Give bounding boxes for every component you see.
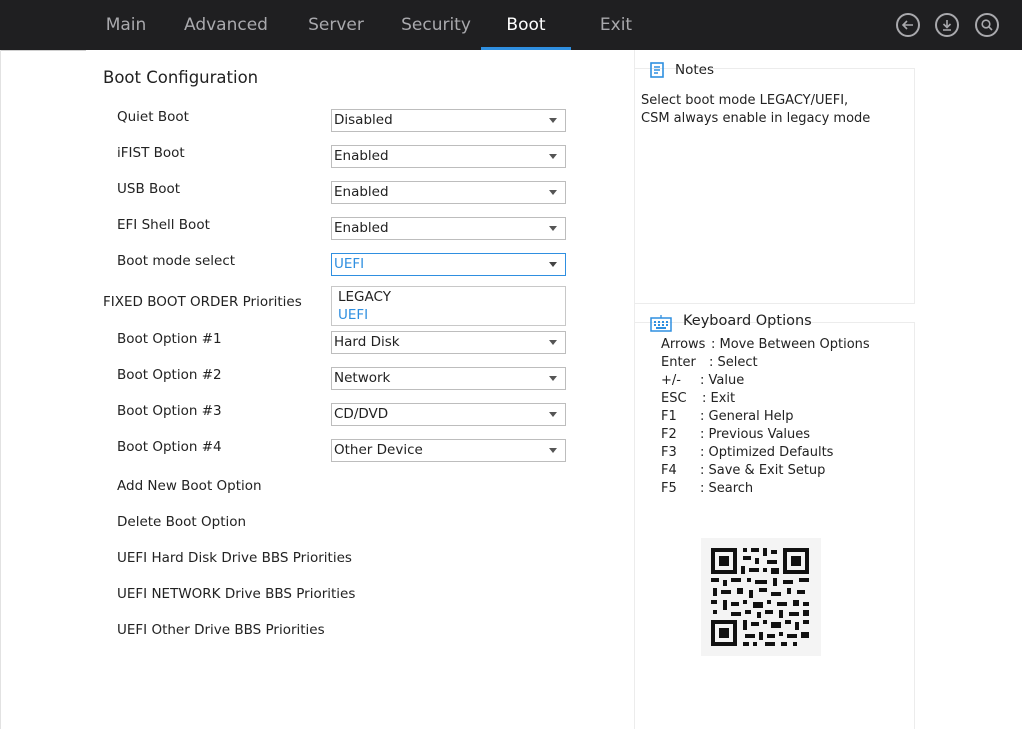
left-gutter bbox=[0, 50, 102, 729]
efi-shell-boot-value: Enabled bbox=[334, 220, 389, 236]
setting-label-boot-option-2: Boot Option #2 bbox=[117, 367, 222, 383]
option-uefi[interactable]: UEFI bbox=[338, 307, 368, 323]
key-desc: : General Help bbox=[700, 409, 794, 424]
chevron-down-icon bbox=[549, 262, 557, 267]
quiet-boot-value: Disabled bbox=[334, 112, 393, 128]
boot-option-2-select[interactable]: Network bbox=[331, 367, 566, 390]
key-desc: : Optimized Defaults bbox=[700, 445, 834, 460]
key-label: F2 bbox=[661, 427, 677, 442]
setting-label-efi-shell-boot: EFI Shell Boot bbox=[117, 217, 210, 233]
notes-text: Select boot mode LEGACY/UEFI, CSM always… bbox=[641, 92, 870, 128]
chevron-down-icon bbox=[549, 448, 557, 453]
setting-label-usb-boot: USB Boot bbox=[117, 181, 181, 197]
key-label: +/- bbox=[661, 373, 681, 388]
boot-option-1-value: Hard Disk bbox=[334, 334, 400, 350]
boot-option-4-value: Other Device bbox=[334, 442, 423, 458]
uefi-hard-disk-bbs-link[interactable]: UEFI Hard Disk Drive BBS Priorities bbox=[117, 550, 352, 566]
setting-label-boot-option-1: Boot Option #1 bbox=[117, 331, 222, 347]
fixed-boot-order-heading: FIXED BOOT ORDER Priorities bbox=[103, 294, 302, 310]
keyboard-icon bbox=[650, 315, 672, 332]
tab-server[interactable]: Server bbox=[301, 0, 371, 50]
tab-security[interactable]: Security bbox=[396, 0, 476, 50]
chevron-down-icon bbox=[549, 118, 557, 123]
back-icon[interactable] bbox=[896, 13, 920, 37]
key-label: ESC bbox=[661, 391, 687, 406]
boot-option-1-select[interactable]: Hard Disk bbox=[331, 331, 566, 354]
key-desc: : Select bbox=[709, 355, 758, 370]
efi-shell-boot-select[interactable]: Enabled bbox=[331, 217, 566, 240]
search-icon[interactable] bbox=[975, 13, 999, 37]
boot-option-4-select[interactable]: Other Device bbox=[331, 439, 566, 462]
chevron-down-icon bbox=[549, 412, 557, 417]
chevron-down-icon bbox=[549, 154, 557, 159]
key-label: Arrows bbox=[661, 337, 706, 352]
option-legacy[interactable]: LEGACY bbox=[338, 289, 391, 305]
key-desc: : Move Between Options bbox=[711, 337, 870, 352]
qr-code-icon bbox=[711, 548, 809, 646]
uefi-other-bbs-link[interactable]: UEFI Other Drive BBS Priorities bbox=[117, 622, 325, 638]
chevron-down-icon bbox=[549, 340, 557, 345]
boot-mode-value: UEFI bbox=[334, 256, 365, 272]
uefi-network-bbs-link[interactable]: UEFI NETWORK Drive BBS Priorities bbox=[117, 586, 355, 602]
chevron-down-icon bbox=[549, 376, 557, 381]
setting-label-boot-option-4: Boot Option #4 bbox=[117, 439, 222, 455]
setting-label-ifist-boot: iFIST Boot bbox=[117, 145, 185, 161]
page-title: Boot Configuration bbox=[103, 68, 259, 87]
boot-option-2-value: Network bbox=[334, 370, 391, 386]
boot-option-3-value: CD/DVD bbox=[334, 406, 389, 422]
key-desc: : Save & Exit Setup bbox=[700, 463, 826, 478]
key-desc: : Exit bbox=[702, 391, 736, 406]
key-desc: : Value bbox=[700, 373, 745, 388]
key-label: Enter bbox=[661, 355, 696, 370]
tab-advanced[interactable]: Advanced bbox=[181, 0, 271, 50]
key-label: F3 bbox=[661, 445, 677, 460]
setting-label-quiet-boot: Quiet Boot bbox=[117, 109, 189, 125]
key-label: F1 bbox=[661, 409, 677, 424]
notes-line: CSM always enable in legacy mode bbox=[641, 111, 871, 126]
notes-line: Select boot mode LEGACY/UEFI, bbox=[641, 93, 849, 108]
download-icon[interactable] bbox=[935, 13, 959, 37]
tab-main[interactable]: Main bbox=[96, 0, 156, 50]
setting-label-boot-option-3: Boot Option #3 bbox=[117, 403, 222, 419]
notes-title: Notes bbox=[675, 62, 714, 78]
usb-boot-value: Enabled bbox=[334, 184, 389, 200]
boot-mode-options-list: LEGACY UEFI bbox=[331, 286, 566, 326]
boot-option-3-select[interactable]: CD/DVD bbox=[331, 403, 566, 426]
boot-mode-select[interactable]: UEFI bbox=[331, 253, 566, 276]
delete-boot-option-link[interactable]: Delete Boot Option bbox=[117, 514, 246, 530]
key-desc: : Previous Values bbox=[700, 427, 811, 442]
ifist-boot-select[interactable]: Enabled bbox=[331, 145, 566, 168]
tab-boot[interactable]: Boot bbox=[481, 0, 571, 50]
usb-boot-select[interactable]: Enabled bbox=[331, 181, 566, 204]
keyboard-options-title: Keyboard Options bbox=[683, 313, 812, 329]
notes-icon bbox=[650, 62, 664, 78]
qr-code bbox=[701, 538, 821, 656]
chevron-down-icon bbox=[549, 190, 557, 195]
tab-exit[interactable]: Exit bbox=[586, 0, 646, 50]
setting-label-boot-mode: Boot mode select bbox=[117, 253, 236, 269]
key-label: F5 bbox=[661, 481, 677, 496]
add-new-boot-option-link[interactable]: Add New Boot Option bbox=[117, 478, 262, 494]
key-desc: : Search bbox=[700, 481, 754, 496]
quiet-boot-select[interactable]: Disabled bbox=[331, 109, 566, 132]
chevron-down-icon bbox=[549, 226, 557, 231]
top-nav-bar: Main Advanced Server Security Boot Exit bbox=[0, 0, 1022, 50]
ifist-boot-value: Enabled bbox=[334, 148, 389, 164]
key-label: F4 bbox=[661, 463, 677, 478]
